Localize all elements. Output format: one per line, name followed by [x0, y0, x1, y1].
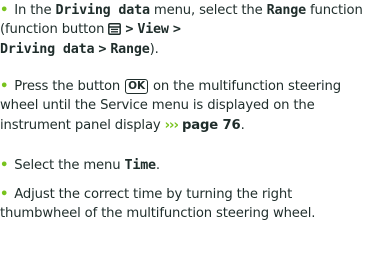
bullet: • — [0, 79, 9, 94]
step-select-range: • In the Driving data menu, select the Ra… — [0, 1, 366, 59]
bullet: • — [0, 187, 9, 202]
bullet: • — [0, 3, 9, 18]
step-adjust-time: • Adjust the correct time by turning the … — [0, 185, 366, 224]
ok-button-icon: OK — [125, 79, 148, 94]
menu-name-time: Time — [124, 158, 156, 173]
path-separator: > — [125, 22, 134, 38]
step-text: Select the menu — [14, 158, 121, 173]
step-text: Press the button — [14, 79, 121, 94]
path-separator: > — [172, 22, 181, 38]
step-text: Adjust the correct time by turning the r… — [0, 187, 316, 222]
menu-name-driving-data: Driving data — [55, 3, 151, 18]
step-press-ok: • Press the button OK on the multifunctio… — [0, 77, 366, 135]
page-reference-arrows[interactable]: ››› — [165, 118, 179, 133]
bullet: • — [0, 158, 9, 173]
step-text: menu, select the — [153, 3, 263, 18]
menu-name-driving-data: Driving data — [0, 41, 95, 57]
menu-name-view: View — [137, 22, 169, 38]
page-reference-link[interactable]: page 76 — [182, 118, 241, 133]
step-text: . — [155, 158, 160, 173]
step-select-time: • Select the menu Time. — [0, 156, 366, 175]
path-separator: > — [98, 41, 107, 57]
step-text: . — [240, 117, 245, 133]
manual-page: • In the Driving data menu, select the Ra… — [0, 0, 368, 268]
function-name-range: Range — [266, 3, 307, 18]
step-text: ). — [149, 41, 159, 57]
step-text: In the — [14, 3, 52, 18]
function-button-icon — [108, 22, 122, 36]
function-name-range: Range — [110, 41, 150, 57]
